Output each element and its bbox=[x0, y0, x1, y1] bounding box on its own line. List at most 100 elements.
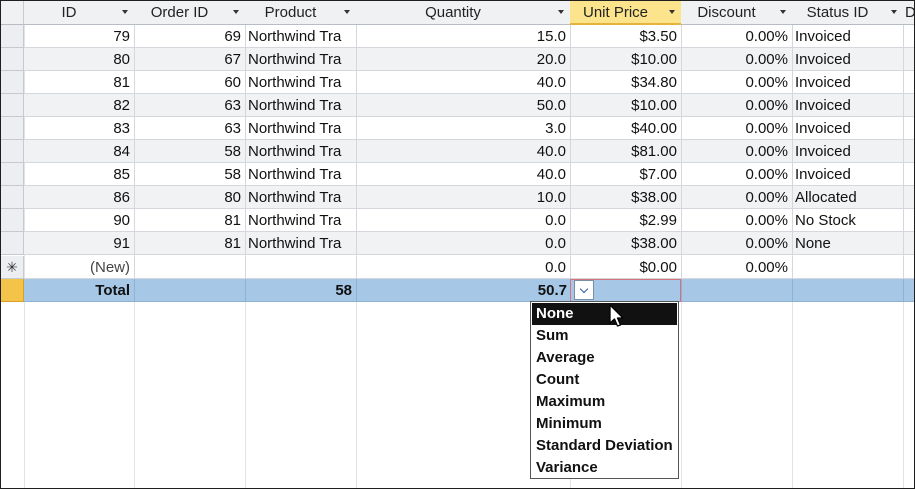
cell-unit-price[interactable]: $10.00 bbox=[570, 94, 682, 117]
new-record-partial[interactable] bbox=[903, 256, 914, 279]
cell-order-id[interactable]: 81 bbox=[134, 209, 246, 232]
cell-product[interactable]: Northwind Tra bbox=[245, 163, 357, 186]
cell-discount[interactable]: 0.00% bbox=[681, 71, 793, 94]
cell-discount[interactable]: 0.00% bbox=[681, 117, 793, 140]
cell-unit-price[interactable]: $38.00 bbox=[570, 186, 682, 209]
cell-quantity[interactable]: 3.0 bbox=[356, 117, 571, 140]
cell-status-id[interactable]: Invoiced bbox=[792, 71, 904, 94]
table-row[interactable]: 81 60 Northwind Tra 40.0 $34.80 0.00% Invoiced bbox=[1, 71, 914, 94]
aggregate-function-list[interactable]: None Sum Average Count Maximum Minimum Standar… bbox=[530, 301, 679, 479]
cell-status-id[interactable]: Invoiced bbox=[792, 117, 904, 140]
new-record-unit-price[interactable]: $0.00 bbox=[570, 256, 682, 279]
column-header-quantity[interactable]: Quantity bbox=[356, 1, 571, 25]
cell-quantity[interactable]: 40.0 bbox=[356, 140, 571, 163]
cell-status-id[interactable]: None bbox=[792, 232, 904, 255]
cell-discount[interactable]: 0.00% bbox=[681, 25, 793, 48]
cell-partial[interactable] bbox=[903, 186, 914, 209]
column-header-discount[interactable]: Discount bbox=[681, 1, 793, 25]
cell-discount[interactable]: 0.00% bbox=[681, 140, 793, 163]
table-row[interactable]: 84 58 Northwind Tra 40.0 $81.00 0.00% Invoiced bbox=[1, 140, 914, 163]
cell-product[interactable]: Northwind Tra bbox=[245, 94, 357, 117]
row-selector[interactable] bbox=[1, 186, 24, 209]
row-selector[interactable] bbox=[1, 209, 24, 232]
cell-quantity[interactable]: 0.0 bbox=[356, 209, 571, 232]
cell-order-id[interactable]: 60 bbox=[134, 71, 246, 94]
cell-unit-price[interactable]: $7.00 bbox=[570, 163, 682, 186]
cell-quantity[interactable]: 15.0 bbox=[356, 25, 571, 48]
cell-product[interactable]: Northwind Tra bbox=[245, 186, 357, 209]
dropdown-arrow-icon[interactable] bbox=[780, 10, 786, 14]
cell-product[interactable]: Northwind Tra bbox=[245, 71, 357, 94]
table-row[interactable]: 86 80 Northwind Tra 10.0 $38.00 0.00% Allocate… bbox=[1, 186, 914, 209]
new-record-discount[interactable]: 0.00% bbox=[681, 256, 793, 279]
total-order-id[interactable] bbox=[134, 279, 246, 302]
cell-unit-price[interactable]: $38.00 bbox=[570, 232, 682, 255]
cell-product[interactable]: Northwind Tra bbox=[245, 232, 357, 255]
cell-product[interactable]: Northwind Tra bbox=[245, 209, 357, 232]
cell-order-id[interactable]: 69 bbox=[134, 25, 246, 48]
cell-status-id[interactable]: Invoiced bbox=[792, 140, 904, 163]
cell-order-id[interactable]: 63 bbox=[134, 94, 246, 117]
cell-product[interactable]: Northwind Tra bbox=[245, 25, 357, 48]
cell-status-id[interactable]: Invoiced bbox=[792, 48, 904, 71]
column-header-status-id[interactable]: Status ID bbox=[792, 1, 904, 25]
aggregate-option-minimum[interactable]: Minimum bbox=[532, 413, 677, 435]
cell-partial[interactable] bbox=[903, 209, 914, 232]
cell-order-id[interactable]: 58 bbox=[134, 140, 246, 163]
cell-id[interactable]: 90 bbox=[24, 209, 135, 232]
dropdown-arrow-icon[interactable] bbox=[344, 10, 350, 14]
row-selector[interactable] bbox=[1, 232, 24, 255]
cell-status-id[interactable]: Allocated bbox=[792, 186, 904, 209]
new-record-quantity[interactable]: 0.0 bbox=[356, 256, 571, 279]
cell-order-id[interactable]: 58 bbox=[134, 163, 246, 186]
cell-discount[interactable]: 0.00% bbox=[681, 186, 793, 209]
cell-quantity[interactable]: 20.0 bbox=[356, 48, 571, 71]
dropdown-arrow-icon[interactable] bbox=[558, 10, 564, 14]
cell-unit-price[interactable]: $81.00 bbox=[570, 140, 682, 163]
cell-quantity[interactable]: 40.0 bbox=[356, 71, 571, 94]
column-header-product[interactable]: Product bbox=[245, 1, 357, 25]
cell-quantity[interactable]: 50.0 bbox=[356, 94, 571, 117]
cell-status-id[interactable]: Invoiced bbox=[792, 94, 904, 117]
aggregate-option-standard-deviation[interactable]: Standard Deviation bbox=[532, 435, 677, 457]
total-row-selector[interactable] bbox=[1, 279, 24, 302]
new-record-order-id[interactable] bbox=[134, 256, 246, 279]
cell-discount[interactable]: 0.00% bbox=[681, 163, 793, 186]
total-partial[interactable] bbox=[903, 279, 914, 302]
cell-id[interactable]: 80 bbox=[24, 48, 135, 71]
table-row[interactable]: 80 67 Northwind Tra 20.0 $10.00 0.00% Invoiced bbox=[1, 48, 914, 71]
cell-partial[interactable] bbox=[903, 48, 914, 71]
cell-order-id[interactable]: 81 bbox=[134, 232, 246, 255]
cell-partial[interactable] bbox=[903, 140, 914, 163]
cell-partial[interactable] bbox=[903, 71, 914, 94]
cell-quantity[interactable]: 40.0 bbox=[356, 163, 571, 186]
new-record-id[interactable]: (New) bbox=[24, 256, 135, 279]
cell-id[interactable]: 82 bbox=[24, 94, 135, 117]
total-status[interactable] bbox=[792, 279, 904, 302]
dropdown-arrow-icon[interactable] bbox=[891, 10, 897, 14]
row-selector[interactable] bbox=[1, 48, 24, 71]
cell-unit-price[interactable]: $34.80 bbox=[570, 71, 682, 94]
total-quantity-cell[interactable]: 50.7 bbox=[356, 279, 571, 302]
cell-id[interactable]: 85 bbox=[24, 163, 135, 186]
aggregate-option-maximum[interactable]: Maximum bbox=[532, 391, 677, 413]
cell-id[interactable]: 81 bbox=[24, 71, 135, 94]
cell-discount[interactable]: 0.00% bbox=[681, 209, 793, 232]
column-header-partial[interactable]: D bbox=[903, 1, 914, 25]
row-selector[interactable] bbox=[1, 25, 24, 48]
total-discount[interactable] bbox=[681, 279, 793, 302]
table-row[interactable]: 83 63 Northwind Tra 3.0 $40.00 0.00% Invoiced bbox=[1, 117, 914, 140]
cell-status-id[interactable]: Invoiced bbox=[792, 163, 904, 186]
cell-status-id[interactable]: Invoiced bbox=[792, 25, 904, 48]
cell-quantity[interactable]: 0.0 bbox=[356, 232, 571, 255]
cell-discount[interactable]: 0.00% bbox=[681, 94, 793, 117]
row-selector[interactable] bbox=[1, 163, 24, 186]
cell-partial[interactable] bbox=[903, 117, 914, 140]
cell-unit-price[interactable]: $40.00 bbox=[570, 117, 682, 140]
cell-order-id[interactable]: 63 bbox=[134, 117, 246, 140]
cell-partial[interactable] bbox=[903, 94, 914, 117]
table-row[interactable]: 82 63 Northwind Tra 50.0 $10.00 0.00% Invoiced bbox=[1, 94, 914, 117]
row-selector[interactable] bbox=[1, 117, 24, 140]
row-selector[interactable] bbox=[1, 94, 24, 117]
cell-partial[interactable] bbox=[903, 25, 914, 48]
